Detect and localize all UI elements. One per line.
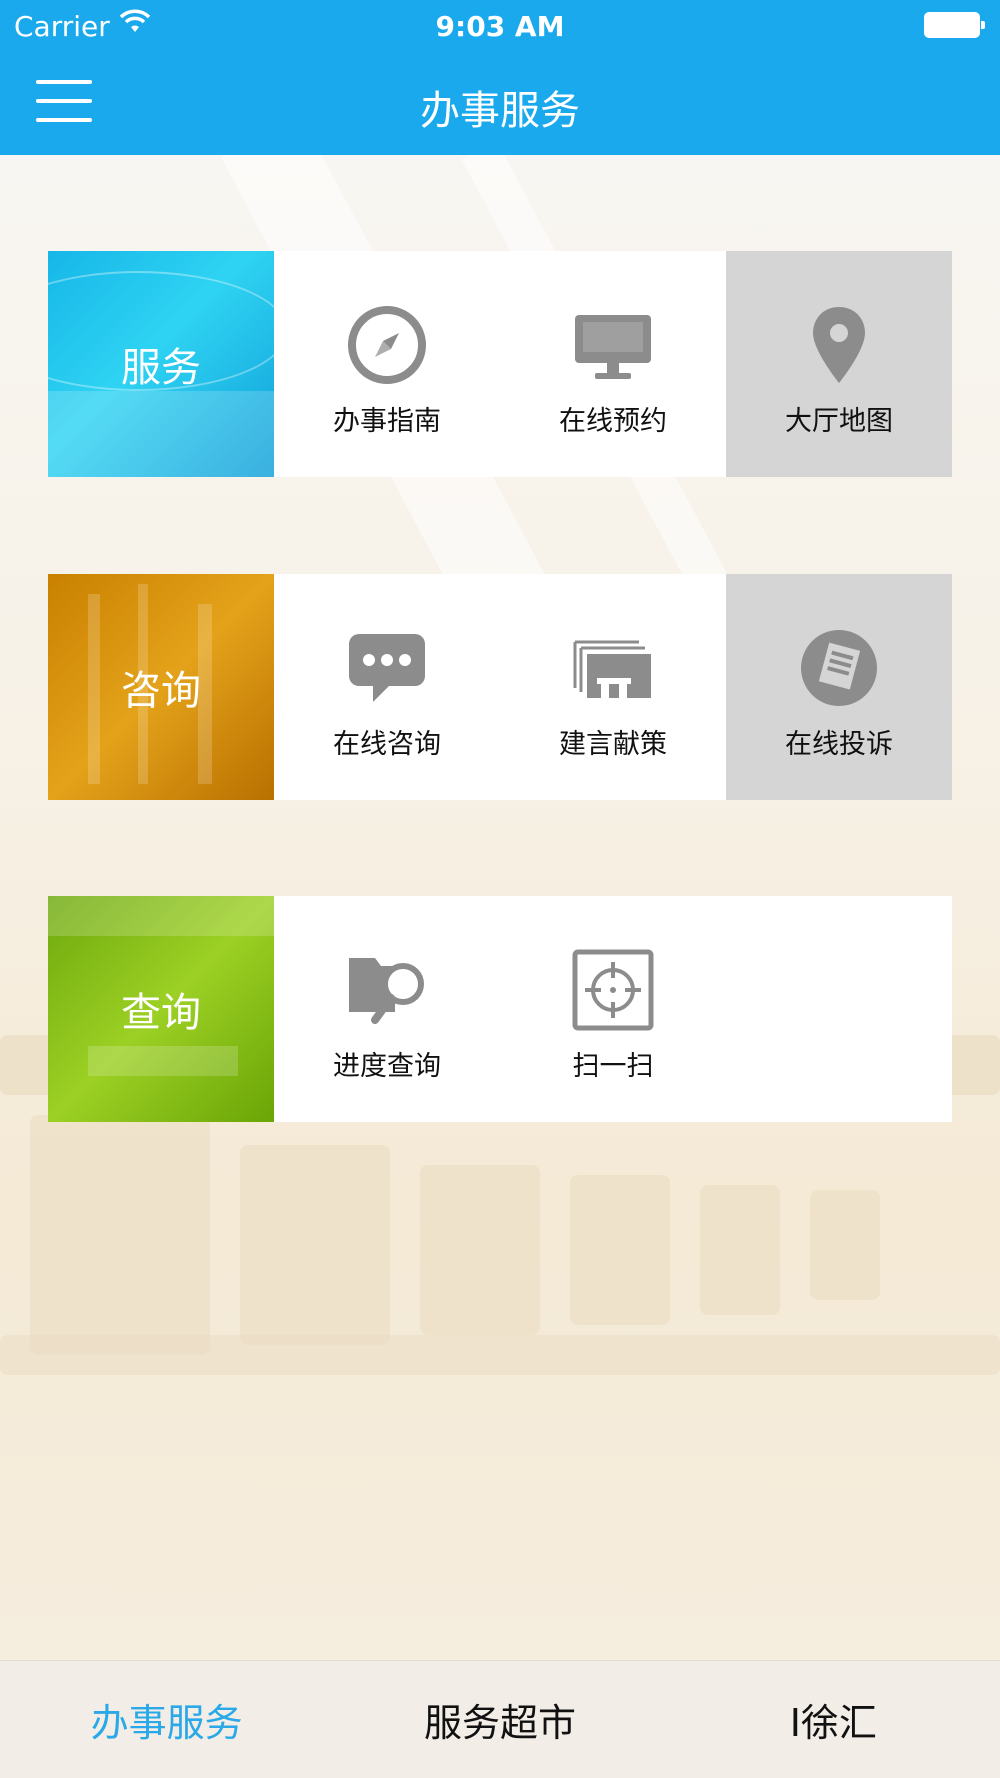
status-bar: Carrier 9:03 AM: [0, 0, 1000, 52]
scan-icon: [572, 949, 654, 1031]
query-row: 查询 进度查询 扫一扫: [48, 896, 952, 1122]
suggestion-cards-icon: [573, 640, 651, 698]
complaint-document-icon: [801, 630, 877, 706]
category-query-tile: 查询: [48, 896, 274, 1122]
battery-icon: [924, 12, 985, 38]
online-booking-button[interactable]: 在线预约: [500, 251, 726, 477]
suggestion-button[interactable]: 建言献策: [500, 574, 726, 800]
scan-label: 扫一扫: [572, 1051, 654, 1082]
suggestion-label: 建言献策: [559, 729, 667, 760]
online-consult-label: 在线咨询: [333, 729, 441, 760]
tab-service-market[interactable]: 服务超市: [333, 1661, 666, 1778]
monitor-icon: [575, 315, 651, 379]
scan-button[interactable]: 扫一扫: [500, 896, 726, 1122]
nav-bar: 办事服务: [0, 52, 1000, 155]
category-label: 查询: [121, 990, 201, 1036]
page-title: 办事服务: [420, 88, 580, 134]
empty-cell: [726, 896, 952, 1122]
tab-service[interactable]: 办事服务: [0, 1661, 333, 1778]
hall-map-button[interactable]: 大厅地图: [726, 251, 952, 477]
category-service-tile: 服务: [48, 251, 274, 477]
consult-row: 咨询 在线咨询 建言献策 在线投诉: [48, 574, 952, 800]
service-guide-button[interactable]: 办事指南: [274, 251, 500, 477]
service-guide-label: 办事指南: [333, 406, 441, 437]
hall-map-label: 大厅地图: [785, 406, 893, 437]
progress-query-button[interactable]: 进度查询: [274, 896, 500, 1122]
progress-query-label: 进度查询: [333, 1051, 441, 1082]
online-booking-label: 在线预约: [559, 406, 667, 437]
map-pin-icon: [813, 307, 865, 383]
status-time: 9:03 AM: [435, 10, 565, 43]
category-consult-tile: 咨询: [48, 574, 274, 800]
tab-xuhui[interactable]: I徐汇: [667, 1661, 1000, 1778]
online-complaint-label: 在线投诉: [785, 729, 893, 760]
compass-icon: [348, 306, 426, 384]
online-complaint-button[interactable]: 在线投诉: [726, 574, 952, 800]
online-consult-button[interactable]: 在线咨询: [274, 574, 500, 800]
category-label: 服务: [121, 345, 201, 391]
chat-bubble-icon: [349, 634, 425, 702]
tab-bar: 办事服务 服务超市 I徐汇: [0, 1660, 1000, 1778]
service-row: 服务 办事指南 在线预约 大厅地图: [48, 251, 952, 477]
category-label: 咨询: [121, 668, 201, 714]
folder-search-icon: [349, 958, 424, 1024]
